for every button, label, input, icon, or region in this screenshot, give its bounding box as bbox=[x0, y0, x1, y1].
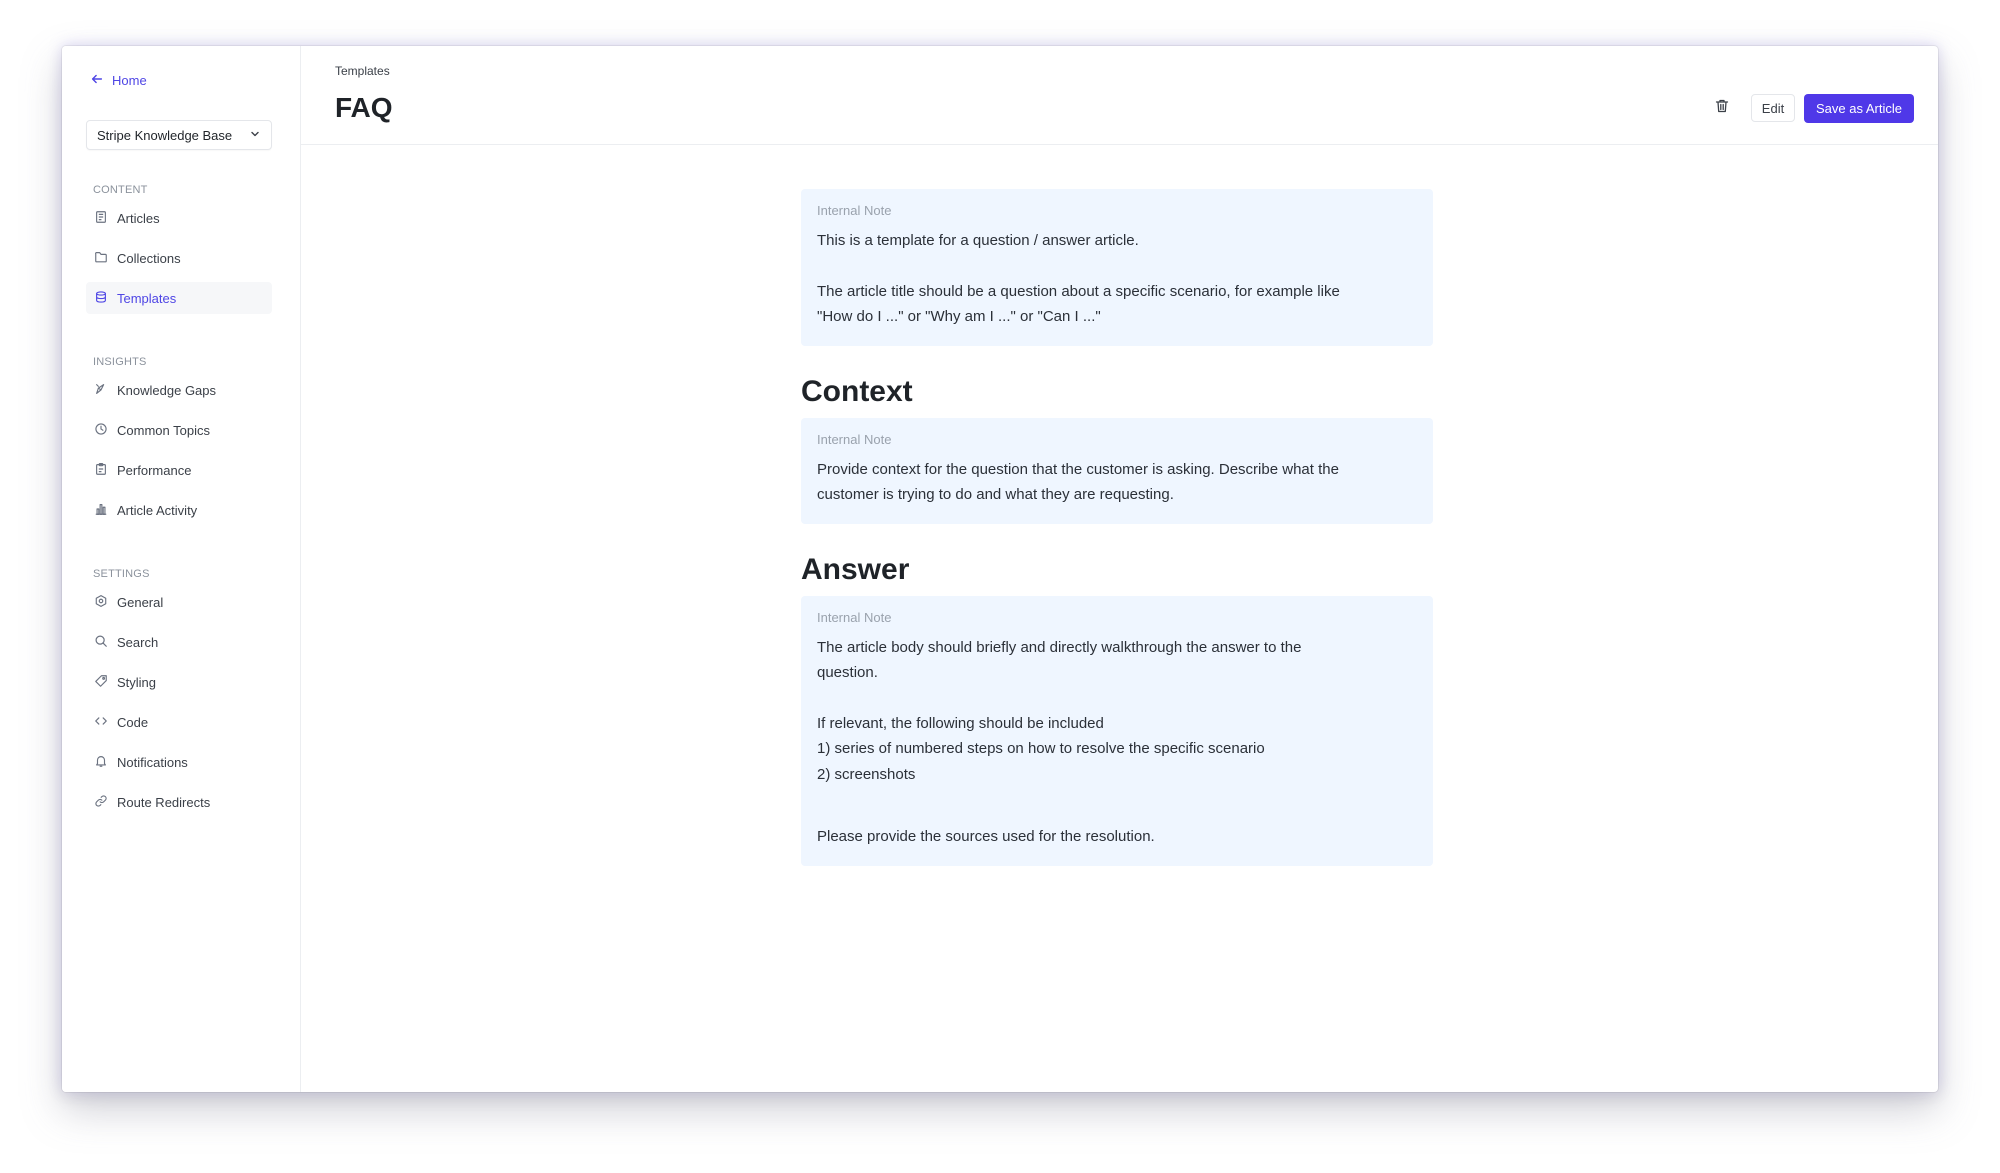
stack-icon bbox=[94, 290, 108, 307]
clipboard-icon bbox=[94, 462, 108, 479]
knowledge-base-selector-value: Stripe Knowledge Base bbox=[97, 127, 233, 143]
sidebar-item-label: Route Redirects bbox=[117, 794, 211, 810]
edit-button[interactable]: Edit bbox=[1751, 94, 1795, 122]
search-icon bbox=[94, 634, 108, 651]
sidebar-item-label: Notifications bbox=[117, 754, 188, 770]
note-text: customer is trying to do and what they a… bbox=[817, 486, 1174, 503]
sidebar-item-route-redirects[interactable]: Route Redirects bbox=[86, 786, 272, 818]
pen-icon bbox=[94, 382, 108, 399]
sidebar-item-label: Performance bbox=[117, 462, 192, 478]
folder-icon bbox=[94, 250, 108, 267]
note-text: The article title should be a question a… bbox=[817, 282, 1340, 300]
link-icon bbox=[94, 794, 108, 811]
sidebar-item-templates[interactable]: Templates bbox=[86, 282, 272, 314]
sidebar-item-label: Collections bbox=[117, 250, 181, 266]
gear-icon bbox=[94, 594, 108, 611]
internal-note-answer[interactable]: Internal Note The article body should br… bbox=[801, 595, 1433, 866]
internal-note-context[interactable]: Internal Note Provide context for the qu… bbox=[801, 417, 1433, 524]
bar-chart-icon bbox=[94, 502, 108, 519]
note-text: The article body should briefly and dire… bbox=[817, 638, 1302, 656]
arrow-left-icon bbox=[90, 72, 104, 89]
section-label-content: CONTENT bbox=[93, 184, 148, 196]
sidebar-item-performance[interactable]: Performance bbox=[86, 454, 272, 486]
sidebar-item-styling[interactable]: Styling bbox=[86, 666, 272, 698]
sidebar-item-articles[interactable]: Articles bbox=[86, 202, 272, 234]
sidebar-item-label: Articles bbox=[117, 210, 160, 226]
heading-context: Context bbox=[801, 374, 913, 408]
template-content: Internal Note This is a template for a q… bbox=[801, 189, 1433, 866]
main-panel: Templates FAQ Edit Save as Article Inter… bbox=[301, 46, 1938, 1092]
clock-icon bbox=[94, 422, 108, 439]
sidebar-item-knowledge-gaps[interactable]: Knowledge Gaps bbox=[86, 374, 272, 406]
note-text: "How do I ..." or "Why am I ..." or "Can… bbox=[817, 308, 1101, 325]
trash-icon bbox=[1714, 98, 1730, 119]
delete-button[interactable] bbox=[1712, 98, 1732, 118]
article-icon bbox=[94, 210, 108, 227]
section-label-settings: SETTINGS bbox=[93, 568, 150, 580]
sidebar-item-common-topics[interactable]: Common Topics bbox=[86, 414, 272, 446]
internal-note-label: Internal Note bbox=[817, 431, 892, 447]
app-window: Home Stripe Knowledge Base CONTENT Artic… bbox=[62, 46, 1938, 1092]
section-label-insights: INSIGHTS bbox=[93, 356, 147, 368]
tag-icon bbox=[94, 674, 108, 691]
heading-answer: Answer bbox=[801, 552, 910, 586]
note-text: 2) screenshots bbox=[817, 765, 916, 783]
sidebar-item-collections[interactable]: Collections bbox=[86, 242, 272, 274]
sidebar-item-label: Templates bbox=[117, 290, 177, 306]
bell-icon bbox=[94, 754, 108, 771]
internal-note-label: Internal Note bbox=[817, 609, 892, 625]
sidebar-item-label: Styling bbox=[117, 674, 157, 690]
page-header: Templates FAQ Edit Save as Article bbox=[301, 46, 1938, 145]
sidebar-item-label: Common Topics bbox=[117, 422, 210, 438]
sidebar-item-label: Knowledge Gaps bbox=[117, 382, 217, 398]
note-text: Please provide the sources used for the … bbox=[817, 828, 1155, 845]
sidebar-item-article-activity[interactable]: Article Activity bbox=[86, 494, 272, 526]
note-text: question. bbox=[817, 664, 878, 681]
sidebar-item-label: Search bbox=[117, 634, 159, 650]
page-title: FAQ bbox=[335, 92, 393, 123]
internal-note-intro[interactable]: Internal Note This is a template for a q… bbox=[801, 189, 1433, 346]
sidebar-item-search[interactable]: Search bbox=[86, 626, 272, 658]
home-link[interactable]: Home bbox=[90, 72, 147, 89]
code-icon bbox=[94, 714, 108, 731]
sidebar-item-label: General bbox=[117, 594, 164, 610]
note-text: 1) series of numbered steps on how to re… bbox=[817, 740, 1265, 757]
note-text: If relevant, the following should be inc… bbox=[817, 714, 1104, 732]
sidebar-item-code[interactable]: Code bbox=[86, 706, 272, 738]
breadcrumb[interactable]: Templates bbox=[335, 64, 390, 78]
sidebar-item-label: Code bbox=[117, 714, 149, 730]
sidebar-item-label: Article Activity bbox=[117, 502, 198, 518]
internal-note-label: Internal Note bbox=[817, 203, 892, 218]
save-as-article-button[interactable]: Save as Article bbox=[1804, 94, 1914, 123]
note-text: Provide context for the question that th… bbox=[817, 460, 1339, 478]
sidebar-item-notifications[interactable]: Notifications bbox=[86, 746, 272, 778]
sidebar-item-general[interactable]: General bbox=[86, 586, 272, 618]
note-text: This is a template for a question / answ… bbox=[817, 232, 1139, 249]
sidebar: Home Stripe Knowledge Base CONTENT Artic… bbox=[62, 46, 301, 1092]
chevron-down-icon bbox=[249, 128, 261, 143]
home-link-label: Home bbox=[112, 73, 147, 88]
knowledge-base-selector[interactable]: Stripe Knowledge Base bbox=[86, 120, 272, 150]
